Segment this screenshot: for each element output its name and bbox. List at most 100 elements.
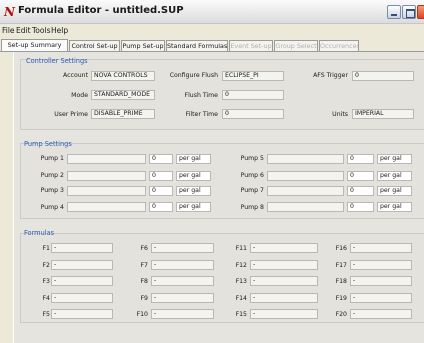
formula-field[interactable]: - <box>51 276 113 286</box>
app-logo-icon: N <box>4 5 15 19</box>
filter-time-field[interactable]: 0 <box>222 109 284 119</box>
formula-label: F18 <box>335 278 347 285</box>
pump-name-field[interactable] <box>67 202 146 212</box>
formula-field[interactable]: - <box>250 243 318 253</box>
formula-label: F11 <box>235 245 247 252</box>
tab-control-setup[interactable]: Control Set-up <box>69 40 120 51</box>
formula-label: F20 <box>335 311 347 318</box>
formula-label: F3 <box>42 278 51 285</box>
pump-name-field[interactable] <box>267 202 344 212</box>
formula-field[interactable]: - <box>250 293 318 303</box>
menu-tools[interactable]: Tools <box>32 26 50 35</box>
user-prime-label: User Prime <box>54 111 88 118</box>
pump-label: Pump 6 <box>240 172 264 179</box>
formula-field[interactable]: - <box>151 293 214 303</box>
formula-label: F4 <box>42 295 51 302</box>
pump-unit-field[interactable]: per gal <box>176 154 211 164</box>
tab-pump-setup[interactable]: Pump Set-up <box>121 40 165 51</box>
formula-label: F14 <box>235 295 247 302</box>
pump-label: Pump 5 <box>240 155 264 162</box>
formula-field[interactable]: - <box>51 243 113 253</box>
pump-name-field[interactable] <box>267 154 344 164</box>
user-prime-field[interactable]: DISABLE_PRIME <box>91 109 155 119</box>
pump-unit-field[interactable]: per gal <box>377 186 412 196</box>
tab-event-setup: Event Set-up <box>229 40 273 51</box>
pump-rate-field[interactable]: 0 <box>149 154 173 164</box>
formula-field[interactable]: - <box>350 260 412 270</box>
tab-setup-summary[interactable]: Set-up Summary <box>1 39 68 51</box>
formula-label: F9 <box>140 295 149 302</box>
formula-label: F16 <box>335 245 347 252</box>
formula-field[interactable]: - <box>51 260 113 270</box>
tab-occurrences: Occurrences <box>319 40 359 51</box>
configure-flush-label: Configure Flush <box>169 72 218 79</box>
minimize-button[interactable] <box>387 5 401 19</box>
flush-time-label: Flush Time <box>184 92 218 99</box>
maximize-button[interactable] <box>402 5 416 19</box>
pump-unit-field[interactable]: per gal <box>377 202 412 212</box>
menu-edit[interactable]: Edit <box>16 26 31 35</box>
formula-field[interactable]: - <box>350 243 412 253</box>
formula-field[interactable]: - <box>151 260 214 270</box>
pump-unit-field[interactable]: per gal <box>176 186 211 196</box>
pump-rate-field[interactable]: 0 <box>347 202 374 212</box>
formula-label: F7 <box>140 262 149 269</box>
pump-name-field[interactable] <box>67 186 146 196</box>
pump-name-field[interactable] <box>67 154 146 164</box>
pump-name-field[interactable] <box>267 171 344 181</box>
afs-trigger-label: AFS Trigger <box>313 72 348 79</box>
formula-label: F2 <box>42 262 51 269</box>
pump-rate-field[interactable]: 0 <box>149 202 173 212</box>
account-field[interactable]: NOVA CONTROLS <box>91 71 155 81</box>
afs-trigger-field[interactable]: 0 <box>352 71 414 81</box>
formulas-title: Formulas <box>24 229 55 237</box>
mode-label: Mode <box>71 92 88 99</box>
formula-label: F13 <box>235 278 247 285</box>
formula-field[interactable]: - <box>151 243 214 253</box>
close-button[interactable] <box>417 5 424 19</box>
pump-name-field[interactable] <box>67 171 146 181</box>
pump-rate-field[interactable]: 0 <box>347 186 374 196</box>
formula-label: F8 <box>140 278 149 285</box>
formula-label: F1 <box>42 245 51 252</box>
units-label: Units <box>332 111 348 118</box>
formula-label: F5 <box>42 311 51 318</box>
filter-time-label: Filter Time <box>185 111 218 118</box>
formula-label: F6 <box>140 245 149 252</box>
formula-label: F17 <box>335 262 347 269</box>
pump-name-field[interactable] <box>267 186 344 196</box>
formula-field[interactable]: - <box>250 260 318 270</box>
pump-label: Pump 8 <box>240 204 264 211</box>
formula-field[interactable]: - <box>151 309 214 319</box>
formula-field[interactable]: - <box>350 309 412 319</box>
pump-unit-field[interactable]: per gal <box>377 154 412 164</box>
pump-rate-field[interactable]: 0 <box>149 186 173 196</box>
mode-field[interactable]: STANDARD_MODE <box>91 90 155 100</box>
units-field[interactable]: IMPERIAL <box>352 109 414 119</box>
formula-field[interactable]: - <box>350 276 412 286</box>
formula-field[interactable]: - <box>51 309 113 319</box>
account-label: Account <box>63 72 88 79</box>
formula-field[interactable]: - <box>250 309 318 319</box>
formula-field[interactable]: - <box>151 276 214 286</box>
pump-rate-field[interactable]: 0 <box>347 171 374 181</box>
pump-unit-field[interactable]: per gal <box>377 171 412 181</box>
pump-label: Pump 1 <box>40 155 64 162</box>
pump-unit-field[interactable]: per gal <box>176 171 211 181</box>
pump-label: Pump 2 <box>40 172 64 179</box>
formula-field[interactable]: - <box>51 293 113 303</box>
menu-help[interactable]: Help <box>51 26 68 35</box>
formula-label: F19 <box>335 295 347 302</box>
controller-settings-title: Controller Settings <box>26 57 88 65</box>
configure-flush-field[interactable]: ECLIPSE_PI <box>222 71 284 81</box>
menu-file[interactable]: File <box>2 26 15 35</box>
tab-standard-formulas[interactable]: Standard Formulas <box>166 40 228 51</box>
formula-field[interactable]: - <box>350 293 412 303</box>
pump-unit-field[interactable]: per gal <box>176 202 211 212</box>
flush-time-field[interactable]: 0 <box>222 90 284 100</box>
formula-label: F15 <box>235 311 247 318</box>
pump-rate-field[interactable]: 0 <box>149 171 173 181</box>
pump-rate-field[interactable]: 0 <box>347 154 374 164</box>
pump-label: Pump 7 <box>240 187 264 194</box>
formula-field[interactable]: - <box>250 276 318 286</box>
